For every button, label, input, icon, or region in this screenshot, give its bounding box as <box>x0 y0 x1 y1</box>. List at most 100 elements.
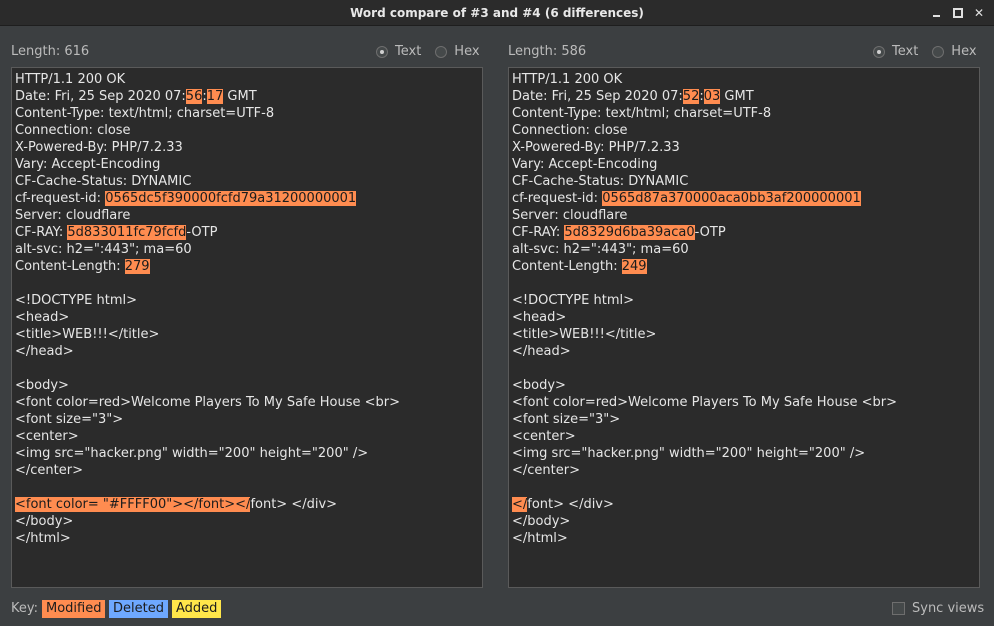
left-hex-radio-label[interactable]: Hex <box>454 38 479 66</box>
text-segment: <font size="3"> <box>15 412 124 427</box>
text-segment: </center> <box>15 463 83 478</box>
text-segment: </center> <box>512 463 580 478</box>
text-line: <font color= "#FFFF00"></font></font> </… <box>15 496 400 513</box>
left-hex-radio[interactable] <box>435 46 448 58</box>
text-line: Content-Length: 279 <box>15 258 400 275</box>
modified-segment: 5d8329d6ba39aca0 <box>564 225 695 240</box>
text-segment: Content-Length: <box>512 259 622 274</box>
text-line: <img src="hacker.png" width="200" height… <box>15 445 400 462</box>
left-text-radio-label[interactable]: Text <box>395 38 421 66</box>
text-segment: -OTP <box>186 225 218 240</box>
text-segment: </html> <box>512 531 568 546</box>
right-text-radio-label[interactable]: Text <box>892 38 918 66</box>
text-line: <center> <box>15 428 400 445</box>
text-line: <head> <box>15 309 400 326</box>
text-line: X-Powered-By: PHP/7.2.33 <box>15 139 400 156</box>
text-segment: alt-svc: h2=":443"; ma=60 <box>15 242 192 257</box>
word-compare-window: Word compare of #3 and #4 (6 differences… <box>0 0 994 626</box>
text-segment: cf-request-id: <box>15 191 106 206</box>
text-segment: cf-request-id: <box>512 191 603 206</box>
modified-segment: 52 <box>682 89 700 104</box>
minimize-icon <box>933 15 940 17</box>
modified-segment: </ <box>512 497 528 512</box>
text-line: alt-svc: h2=":443"; ma=60 <box>15 241 400 258</box>
text-line: CF-RAY: 5d833011fc79fcfd-OTP <box>15 224 400 241</box>
modified-segment: 279 <box>124 259 150 274</box>
right-pane-header: Length: 586 Text Hex <box>508 38 980 66</box>
text-segment: <title>WEB!!!</title> <box>512 327 657 342</box>
text-segment: CF-Cache-Status: DYNAMIC <box>15 174 192 189</box>
text-line: <font size="3"> <box>15 411 400 428</box>
key-deleted: Deleted <box>109 600 168 618</box>
right-text-content[interactable]: HTTP/1.1 200 OK Date: Fri, 25 Sep 2020 07… <box>512 71 897 547</box>
text-segment: Content-Length: <box>15 259 125 274</box>
text-line: Server: cloudflare <box>15 207 400 224</box>
modified-segment: 249 <box>621 259 647 274</box>
text-segment: HTTP/1.1 200 OK <box>512 72 623 87</box>
right-hex-radio-label[interactable]: Hex <box>951 38 976 66</box>
text-segment: GMT <box>720 89 754 104</box>
text-line: </font> </div> <box>512 496 897 513</box>
modified-segment: 56 <box>185 89 203 104</box>
text-segment: <font color=red>Welcome Players To My Sa… <box>512 395 897 410</box>
text-line <box>512 360 897 377</box>
right-text-pane[interactable]: HTTP/1.1 200 OK Date: Fri, 25 Sep 2020 07… <box>508 67 980 588</box>
text-segment: alt-svc: h2=":443"; ma=60 <box>512 242 689 257</box>
text-segment: Date: Fri, 25 Sep 2020 07: <box>512 89 683 104</box>
text-segment: -OTP <box>694 225 726 240</box>
text-line: Date: Fri, 25 Sep 2020 07:56:17 GMT <box>15 88 400 105</box>
left-text-content[interactable]: HTTP/1.1 200 OK Date: Fri, 25 Sep 2020 07… <box>15 71 400 547</box>
text-line: <font size="3"> <box>512 411 897 428</box>
maximize-button[interactable] <box>949 4 967 22</box>
text-segment: Content-Type: text/html; charset=UTF-8 <box>15 106 275 121</box>
text-line: HTTP/1.1 200 OK <box>512 71 897 88</box>
text-segment: </head> <box>15 344 74 359</box>
text-segment: font> </div> <box>527 497 614 512</box>
sync-views-control[interactable]: Sync views <box>892 601 984 616</box>
text-segment: Server: cloudflare <box>15 208 131 223</box>
text-segment: <body> <box>512 378 566 393</box>
text-segment: Content-Type: text/html; charset=UTF-8 <box>512 106 772 121</box>
key-added: Added <box>172 600 222 618</box>
text-segment: <font size="3"> <box>512 412 621 427</box>
text-segment: <center> <box>512 429 576 444</box>
text-line: Server: cloudflare <box>512 207 897 224</box>
text-line: <title>WEB!!!</title> <box>15 326 400 343</box>
text-segment: <img src="hacker.png" width="200" height… <box>15 446 369 461</box>
text-segment: Date: Fri, 25 Sep 2020 07: <box>15 89 186 104</box>
title-bar[interactable]: Word compare of #3 and #4 (6 differences… <box>0 0 994 26</box>
text-line: alt-svc: h2=":443"; ma=60 <box>512 241 897 258</box>
text-line: <center> <box>512 428 897 445</box>
text-line: <font color=red>Welcome Players To My Sa… <box>15 394 400 411</box>
text-segment: <!DOCTYPE html> <box>15 293 137 308</box>
left-length-label: Length: 616 <box>11 44 90 59</box>
text-segment: </head> <box>512 344 571 359</box>
text-line: Content-Type: text/html; charset=UTF-8 <box>15 105 400 122</box>
left-text-pane[interactable]: HTTP/1.1 200 OK Date: Fri, 25 Sep 2020 07… <box>11 67 483 588</box>
text-line: </html> <box>15 530 400 547</box>
text-segment: CF-RAY: <box>15 225 68 240</box>
text-segment: <body> <box>15 378 69 393</box>
text-line: X-Powered-By: PHP/7.2.33 <box>512 139 897 156</box>
sync-views-checkbox[interactable] <box>892 602 905 615</box>
text-line: CF-Cache-Status: DYNAMIC <box>512 173 897 190</box>
text-segment: Vary: Accept-Encoding <box>15 157 161 172</box>
right-hex-radio[interactable] <box>932 46 945 58</box>
footer: Key: Modified Deleted Added Sync views <box>0 596 994 622</box>
text-segment: <font color=red>Welcome Players To My Sa… <box>15 395 400 410</box>
text-line: Vary: Accept-Encoding <box>15 156 400 173</box>
text-line: </center> <box>512 462 897 479</box>
text-segment: font> </div> <box>250 497 338 512</box>
window-title: Word compare of #3 and #4 (6 differences… <box>350 6 644 20</box>
left-text-radio[interactable] <box>376 46 388 58</box>
minimize-button[interactable] <box>928 4 946 22</box>
right-text-radio[interactable] <box>873 46 885 58</box>
maximize-icon <box>953 8 963 18</box>
sync-views-label[interactable]: Sync views <box>912 601 984 616</box>
close-button[interactable]: ✕ <box>970 4 988 22</box>
text-segment: <head> <box>512 310 567 325</box>
left-mode-radio-group: Text Hex <box>376 38 494 66</box>
text-segment: </body> <box>512 514 571 529</box>
modified-segment: <font color= "#FFFF00"></font></ <box>15 497 251 512</box>
text-line: </head> <box>15 343 400 360</box>
